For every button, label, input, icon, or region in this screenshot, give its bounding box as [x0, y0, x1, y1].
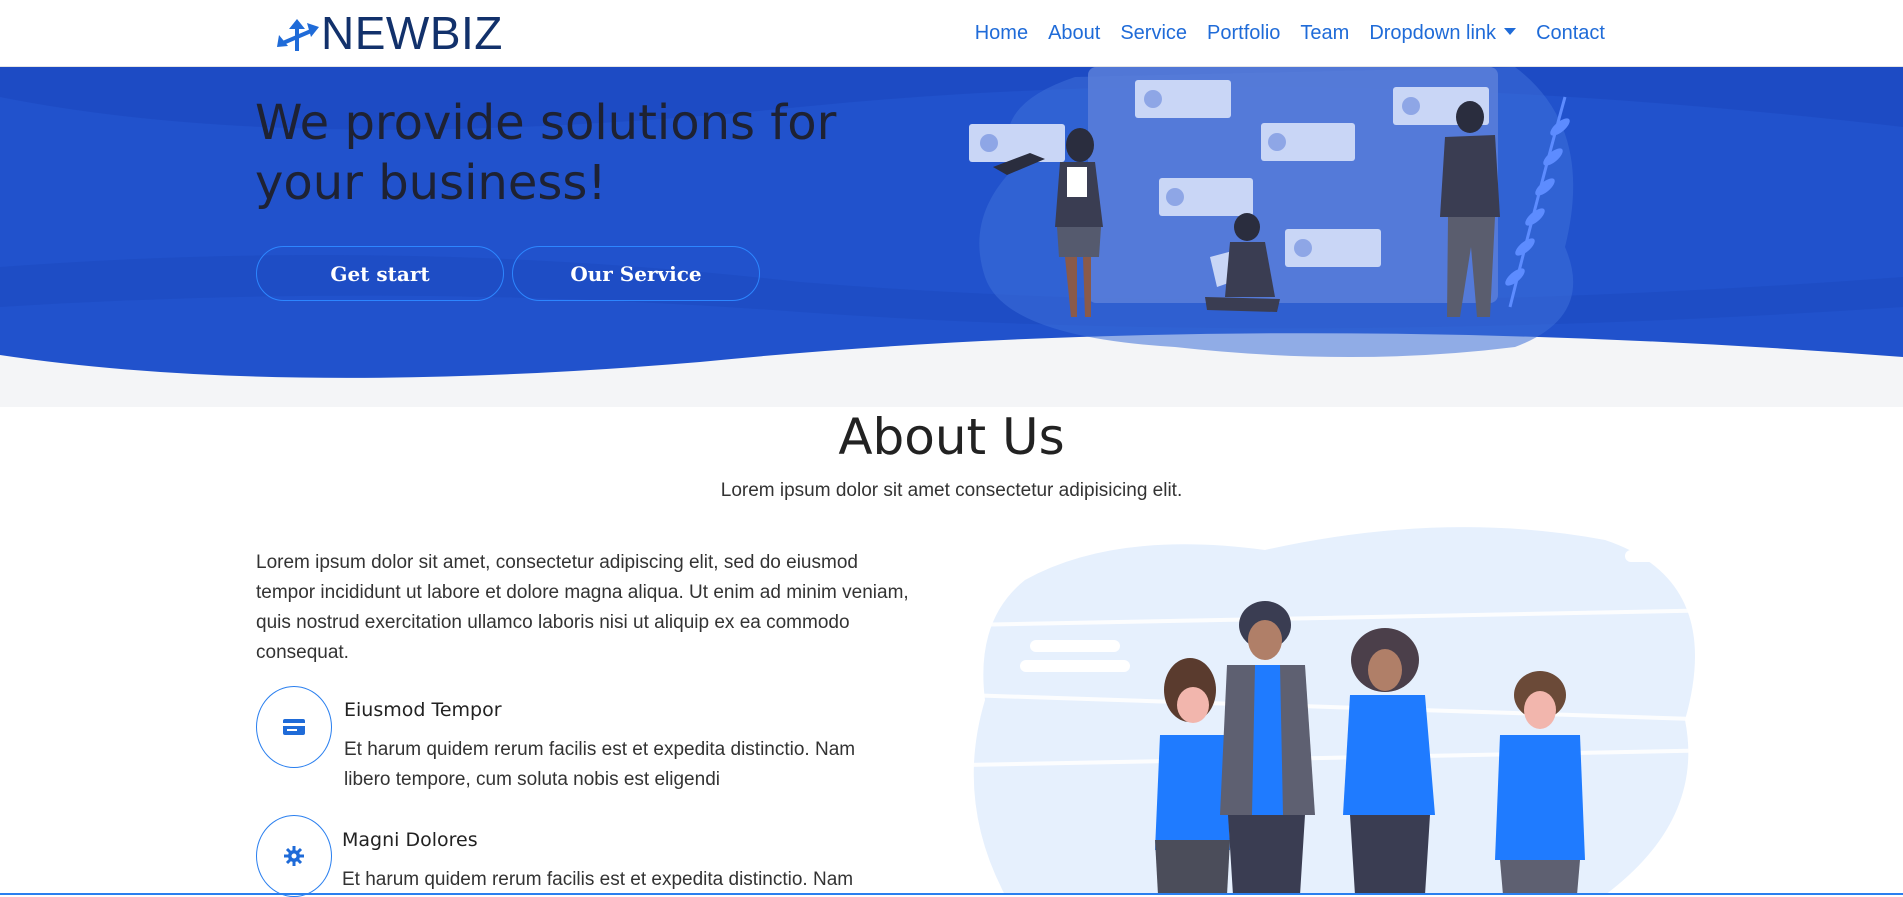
about-paragraph: Lorem ipsum dolor sit amet, consectetur … [256, 552, 909, 663]
feature-icon-1 [256, 686, 332, 768]
hero-title: We provide solutions for your business! [255, 95, 837, 211]
arrows-logo-icon [277, 19, 319, 51]
get-start-button[interactable]: Get start [256, 246, 504, 301]
feature-desc-1: Et harum quidem rerum facilis est et exp… [344, 739, 856, 790]
feature-title-1: Eiusmod Tempor [344, 699, 502, 721]
navbar: NEWBIZ Home About Service Portfolio Team… [0, 0, 1903, 67]
nav-home[interactable]: Home [965, 22, 1038, 45]
feature-title-2: Magni Dolores [342, 829, 478, 851]
nav-contact[interactable]: Contact [1526, 22, 1615, 45]
feature-desc-2: Et harum quidem rerum facilis est et exp… [342, 869, 854, 890]
main-nav: Home About Service Portfolio Team Dropdo… [965, 0, 1615, 66]
nav-team[interactable]: Team [1290, 22, 1359, 45]
our-service-button[interactable]: Our Service [512, 246, 760, 301]
about-subtitle: Lorem ipsum dolor sit amet consectetur a… [720, 480, 1183, 501]
feature-icon-2 [256, 815, 332, 897]
nav-dropdown-label: Dropdown link [1369, 21, 1497, 44]
about-illustration [965, 527, 1725, 895]
hero-illustration [969, 67, 1574, 357]
hero-section: We provide solutions for your business! … [0, 67, 1903, 407]
brand-logo[interactable]: NEWBIZ [275, 8, 503, 58]
credit-card-icon [283, 719, 305, 735]
nav-about[interactable]: About [1038, 22, 1110, 45]
nav-portfolio[interactable]: Portfolio [1197, 22, 1290, 45]
nav-service[interactable]: Service [1110, 22, 1197, 45]
caret-down-icon [1504, 27, 1517, 35]
about-title: About Us [838, 408, 1065, 466]
brand-name: NEWBIZ [321, 7, 503, 59]
nav-dropdown[interactable]: Dropdown link [1359, 22, 1526, 45]
gear-icon [284, 846, 304, 866]
